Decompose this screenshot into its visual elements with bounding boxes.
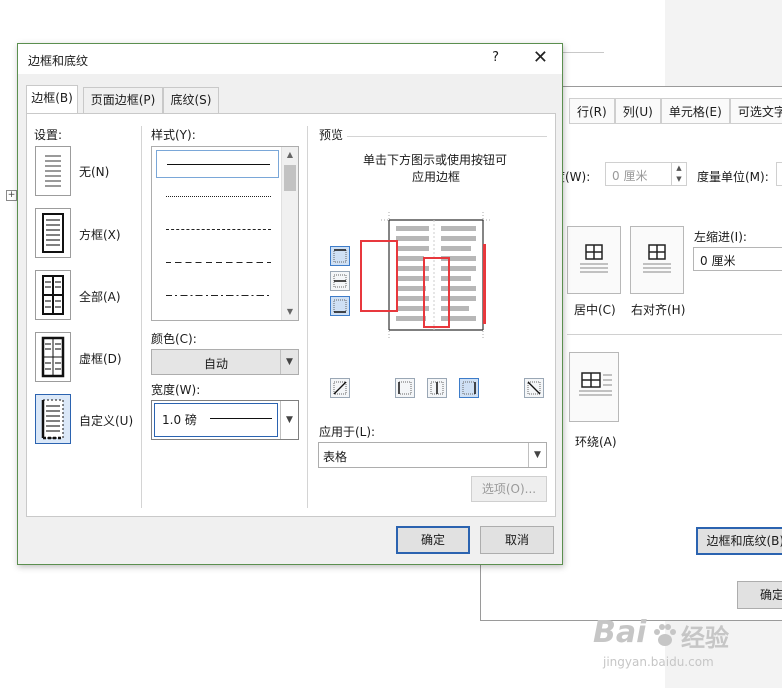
align-center-label: 居中(C) <box>574 303 616 317</box>
baidu-jingyan-watermark: Bai 经验 jingyan.baidu.com <box>593 615 743 675</box>
right-border-icon[interactable] <box>459 378 479 398</box>
setting-grid-label[interactable]: 虚框(D) <box>79 350 122 367</box>
setting-none-label[interactable]: 无(N) <box>79 163 109 180</box>
chevron-down-icon[interactable]: ▼ <box>528 443 546 467</box>
unit-label: 度量单位(M): <box>697 170 769 184</box>
apply-to-value: 表格 <box>323 450 348 464</box>
align-right-option[interactable] <box>630 226 684 294</box>
watermark-logo: Bai <box>593 615 647 650</box>
setting-grid-icon[interactable] <box>35 332 71 382</box>
options-button[interactable]: 选项(O)... <box>471 476 547 502</box>
style-label: 样式(Y): <box>151 128 196 142</box>
width-value: 0 厘米 <box>612 169 648 183</box>
width-label: 宽度(W): <box>151 383 201 397</box>
left-border-icon[interactable] <box>395 378 415 398</box>
scroll-up-icon[interactable]: ▲ <box>282 147 298 163</box>
title-bar: 边框和底纹 ? ✕ <box>18 44 562 74</box>
table-move-handle-icon[interactable]: + <box>6 190 17 201</box>
apply-to-select[interactable]: 表格 ▼ <box>318 442 547 468</box>
align-right-label: 右对齐(H) <box>631 303 686 317</box>
watermark-url: jingyan.baidu.com <box>603 655 714 669</box>
setting-none-icon[interactable] <box>35 146 71 196</box>
tab-row[interactable]: 行(R) <box>569 98 615 124</box>
highlight-inner-border <box>423 257 450 328</box>
scroll-down-icon[interactable]: ▼ <box>282 304 298 320</box>
borders-panel: 设置: 无(N) 方框(X) 全部(A) 虚框(D) 自定义(U) 样式(Y):… <box>26 113 556 517</box>
column-divider <box>307 126 308 508</box>
cancel-button[interactable]: 取消 <box>480 526 554 554</box>
highlight-right-border <box>483 244 486 324</box>
align-center-option[interactable] <box>567 226 621 294</box>
preview-label: 预览 <box>319 128 344 142</box>
unit-select[interactable] <box>776 162 782 186</box>
borders-and-shading-button[interactable]: 边框和底纹(B)... <box>696 527 782 555</box>
color-label: 颜色(C): <box>151 332 197 346</box>
section-divider <box>567 334 782 335</box>
preview-hint: 单击下方图示或使用按钮可 <box>363 153 508 167</box>
paw-icon <box>654 624 676 646</box>
watermark-brand: 经验 <box>681 624 729 652</box>
width-select[interactable]: 1.0 磅 ▼ <box>151 400 299 440</box>
spin-up-icon[interactable]: ▲ <box>672 163 686 174</box>
align-center-icon <box>580 244 608 273</box>
tab-cell[interactable]: 单元格(E) <box>660 98 730 124</box>
width-value: 1.0 磅 <box>162 413 197 427</box>
wrap-around-icon <box>579 372 612 396</box>
tab-column[interactable]: 列(U) <box>614 98 661 124</box>
scroll-thumb[interactable] <box>284 165 296 191</box>
chevron-down-icon[interactable]: ▼ <box>280 401 298 439</box>
dialog-title: 边框和底纹 <box>28 54 89 68</box>
style-large-dash[interactable] <box>156 249 279 277</box>
tab-divider <box>569 123 782 124</box>
width-spinner[interactable]: 0 厘米 ▲ ▼ <box>605 162 687 186</box>
style-dotted[interactable] <box>156 183 279 211</box>
top-border-icon[interactable] <box>330 246 350 266</box>
setting-all-label[interactable]: 全部(A) <box>79 288 121 305</box>
wrap-around-label: 环绕(A) <box>575 435 617 449</box>
diagonal-down-border-icon[interactable] <box>524 378 544 398</box>
table-ok-button[interactable]: 确定 <box>737 581 782 609</box>
style-dash-dot[interactable] <box>156 282 279 310</box>
indent-label: 左缩进(I): <box>694 230 747 244</box>
wrap-around-option[interactable] <box>569 352 619 422</box>
spin-down-icon[interactable]: ▼ <box>672 174 686 185</box>
highlight-left-buttons <box>360 240 398 312</box>
ok-button[interactable]: 确定 <box>396 526 470 554</box>
tab-shading[interactable]: 底纹(S) <box>163 87 219 113</box>
setting-custom-icon[interactable] <box>35 394 71 444</box>
color-value: 自动 <box>203 357 228 371</box>
apply-to-label: 应用于(L): <box>319 425 376 439</box>
tab-alt-text[interactable]: 可选文字(A) <box>729 98 782 124</box>
indent-spinner[interactable]: 0 厘米 <box>693 247 782 271</box>
close-icon[interactable]: ✕ <box>533 47 548 68</box>
preview-hint-2: 应用边框 <box>412 170 461 184</box>
setting-custom-label[interactable]: 自定义(U) <box>79 412 133 429</box>
document-line <box>556 52 604 53</box>
settings-label: 设置: <box>34 128 63 142</box>
color-select[interactable]: 自动 ▼ <box>151 349 299 375</box>
setting-all-icon[interactable] <box>35 270 71 320</box>
tab-page-border[interactable]: 页面边框(P) <box>83 87 163 113</box>
diagonal-up-border-icon[interactable] <box>330 378 350 398</box>
border-style-list[interactable]: ▲ ▼ <box>151 146 299 321</box>
style-list-scrollbar[interactable]: ▲ ▼ <box>281 147 298 320</box>
bottom-border-icon[interactable] <box>330 296 350 316</box>
tab-borders[interactable]: 边框(B) <box>26 85 78 114</box>
style-solid[interactable] <box>156 150 279 178</box>
style-small-dash[interactable] <box>156 216 279 244</box>
inside-vertical-border-icon[interactable] <box>427 378 447 398</box>
width-line-sample <box>210 418 272 419</box>
setting-box-icon[interactable] <box>35 208 71 258</box>
inside-horizontal-border-icon[interactable] <box>330 271 350 291</box>
chevron-down-icon[interactable]: ▼ <box>280 350 298 374</box>
indent-value: 0 厘米 <box>700 254 736 268</box>
setting-box-label[interactable]: 方框(X) <box>79 226 121 243</box>
column-divider <box>141 126 142 508</box>
align-right-icon <box>643 244 671 273</box>
borders-and-shading-dialog: 边框和底纹 ? ✕ 边框(B) 页面边框(P) 底纹(S) 设置: 无(N) 方… <box>17 43 563 565</box>
help-icon[interactable]: ? <box>492 50 499 65</box>
preview-divider <box>347 136 547 137</box>
